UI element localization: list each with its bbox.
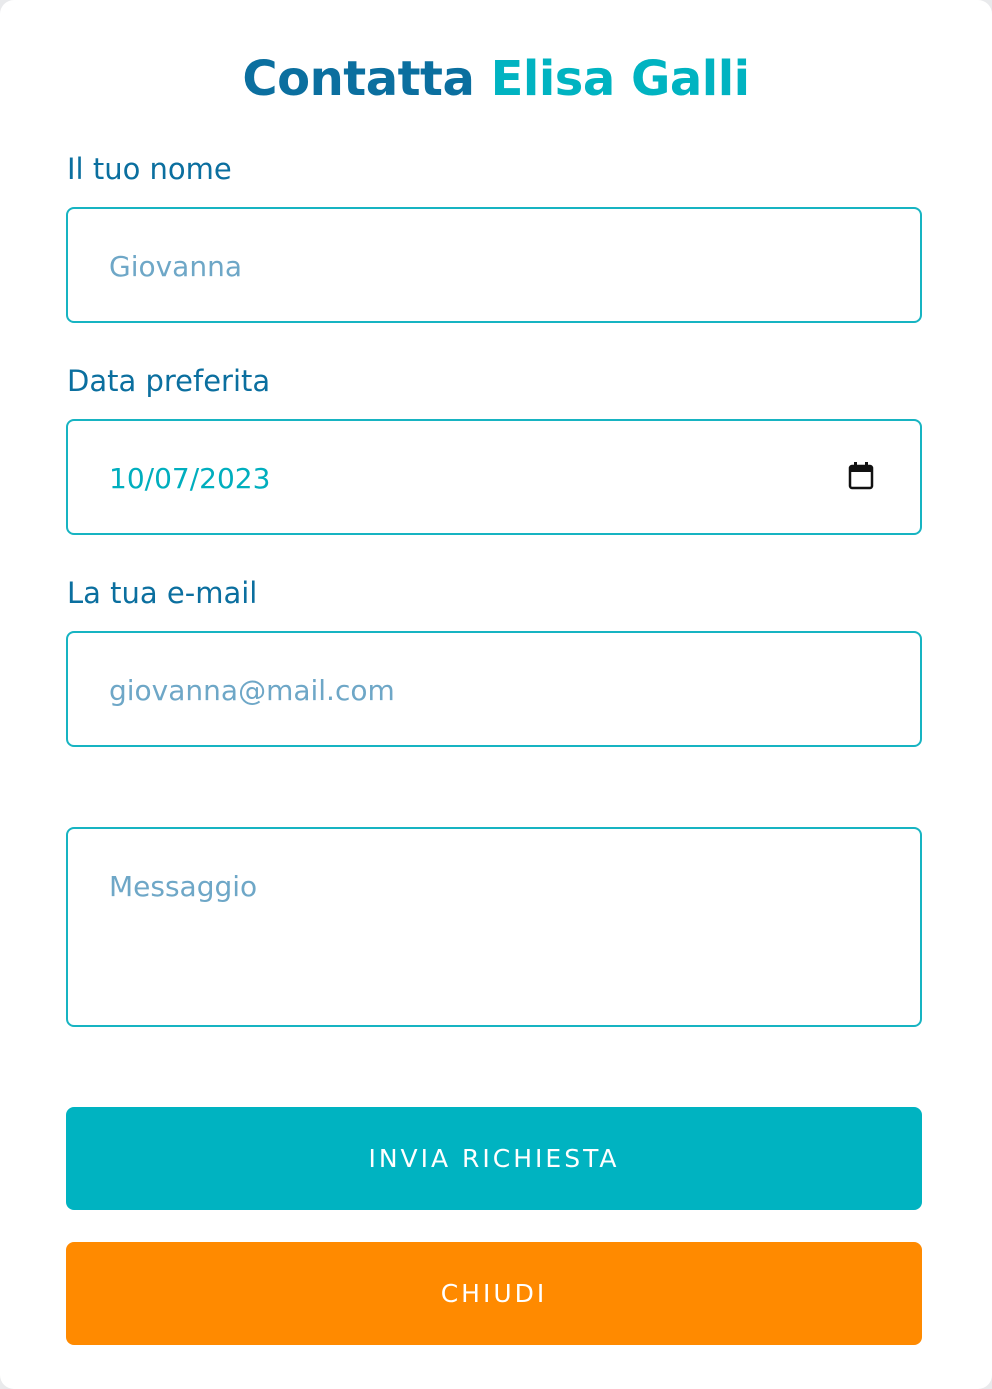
- name-label: Il tuo nome: [67, 152, 232, 186]
- date-value: 10/07/2023: [109, 462, 271, 495]
- close-button[interactable]: CHIUDI: [66, 1242, 922, 1345]
- modal-title: Contatta Elisa Galli: [0, 44, 992, 114]
- email-placeholder: giovanna@mail.com: [109, 674, 395, 707]
- send-request-button[interactable]: INVIA RICHIESTA: [66, 1107, 922, 1210]
- title-prefix: Contatta: [242, 51, 475, 107]
- name-placeholder: Giovanna: [109, 250, 242, 283]
- title-name: Elisa Galli: [490, 51, 751, 107]
- contact-modal: Contatta Elisa Galli Il tuo nome Giovann…: [0, 0, 992, 1389]
- date-input[interactable]: 10/07/2023: [66, 419, 922, 535]
- email-label: La tua e-mail: [67, 576, 258, 610]
- name-input[interactable]: Giovanna: [66, 207, 922, 323]
- message-textarea[interactable]: Messaggio: [66, 827, 922, 1027]
- calendar-icon[interactable]: [848, 462, 874, 490]
- message-placeholder: Messaggio: [109, 870, 258, 903]
- date-label: Data preferita: [67, 364, 271, 398]
- email-input[interactable]: giovanna@mail.com: [66, 631, 922, 747]
